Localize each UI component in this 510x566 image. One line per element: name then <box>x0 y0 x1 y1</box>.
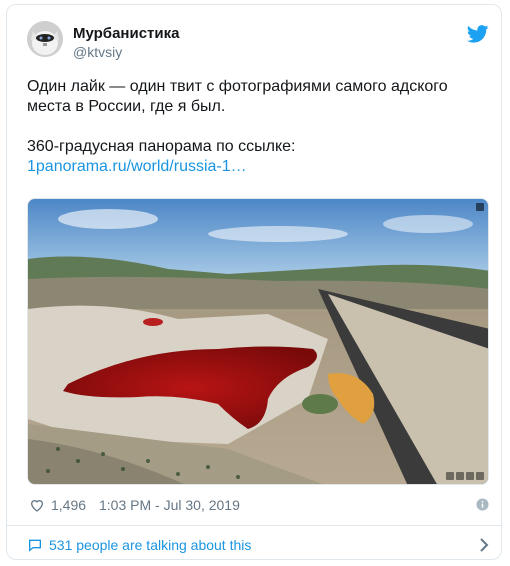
tweet-text: Один лайк — один твит с фотографиями сам… <box>27 77 487 177</box>
heart-icon[interactable] <box>29 497 45 513</box>
expand-icon[interactable] <box>476 203 484 211</box>
comment-icon <box>29 539 41 552</box>
vr-icon[interactable] <box>476 472 484 480</box>
rotate-icon[interactable] <box>466 472 474 480</box>
panorama-link[interactable]: 1panorama.ru/world/russia-1… <box>27 158 247 175</box>
aerial-photo <box>28 199 488 484</box>
display-name[interactable]: Мурбанистика <box>73 24 179 43</box>
info-mini-icon[interactable] <box>456 472 464 480</box>
avatar[interactable] <box>27 21 63 57</box>
like-count[interactable]: 1,496 <box>51 495 86 515</box>
chevron-right-icon[interactable] <box>479 538 489 552</box>
tweet-body-line2: 360-градусная панорама по ссылке: <box>27 138 296 155</box>
twitter-bird-icon[interactable] <box>467 25 489 43</box>
divider <box>7 525 501 526</box>
panorama-controls[interactable] <box>446 472 484 480</box>
author-names[interactable]: Мурбанистика @ktvsiy <box>73 24 179 61</box>
tweet-meta: 1,496 1:03 PM - Jul 30, 2019 <box>29 495 489 515</box>
info-icon[interactable] <box>476 498 489 511</box>
conversation-link[interactable]: 531 people are talking about this <box>27 535 489 555</box>
talk-label[interactable]: 531 people are talking about this <box>49 535 251 555</box>
tweet-body-line1: Один лайк — один твит с фотографиями сам… <box>27 78 448 115</box>
timestamp[interactable]: 1:03 PM - Jul 30, 2019 <box>99 495 240 515</box>
tweet-header: Мурбанистика @ktvsiy <box>27 21 489 65</box>
user-handle[interactable]: @ktvsiy <box>73 43 179 61</box>
tweet-card[interactable]: Мурбанистика @ktvsiy Один лайк — один тв… <box>6 4 502 560</box>
fullscreen-icon[interactable] <box>446 472 454 480</box>
tweet-photo[interactable] <box>27 198 489 485</box>
